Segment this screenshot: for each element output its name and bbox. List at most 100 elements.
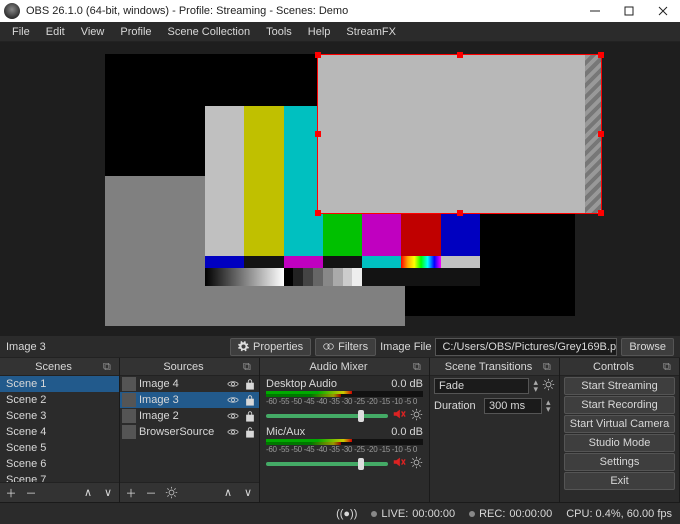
resize-handle[interactable] [598,210,604,216]
live-dot-icon [371,511,377,517]
source-type-icon [122,425,136,439]
scene-item[interactable]: Scene 2 [0,392,119,408]
scene-item[interactable]: Scene 3 [0,408,119,424]
live-label: LIVE: [381,508,408,520]
image-file-label: Image File [380,341,431,353]
source-item[interactable]: Image 4 [120,376,259,392]
source-up-button[interactable]: ∧ [219,485,237,501]
controls-title: Controls [564,361,663,373]
start-recording-button[interactable]: Start Recording [564,396,675,414]
scene-item[interactable]: Scene 7 [0,472,119,482]
image-file-field[interactable]: C:/Users/OBS/Pictures/Grey169B.png [435,338,617,356]
scene-up-button[interactable]: ∧ [79,485,97,501]
remove-source-button[interactable]: － [142,485,160,501]
volume-slider[interactable] [266,462,388,466]
volume-slider[interactable] [266,414,388,418]
mute-button[interactable] [392,407,406,424]
mute-button[interactable] [392,455,406,472]
resize-handle[interactable] [457,52,463,58]
scene-down-button[interactable]: ∨ [99,485,117,501]
source-item[interactable]: Image 3 [120,392,259,408]
menu-file[interactable]: File [4,24,38,40]
visibility-toggle[interactable] [226,377,240,391]
sources-list[interactable]: Image 4 Image 3 Image 2 BrowserSource [120,376,259,482]
channel-settings-button[interactable] [410,408,423,424]
exit-button[interactable]: Exit [564,472,675,490]
visibility-toggle[interactable] [226,393,240,407]
source-name: Image 3 [139,394,223,406]
transition-select[interactable]: Fade [434,378,529,394]
resize-handle[interactable] [457,210,463,216]
properties-button[interactable]: Properties [230,338,311,356]
scene-item[interactable]: Scene 4 [0,424,119,440]
source-down-button[interactable]: ∨ [239,485,257,501]
menu-tools[interactable]: Tools [258,24,300,40]
scenes-list[interactable]: Scene 1Scene 2Scene 3Scene 4Scene 5Scene… [0,376,119,482]
preview-source-selected[interactable] [317,54,602,214]
menu-scene-collection[interactable]: Scene Collection [160,24,259,40]
mixer-channel: Desktop Audio0.0 dB-60 -55 -50 -45 -40 -… [260,376,429,424]
lock-toggle[interactable] [243,393,257,407]
menu-streamfx[interactable]: StreamFX [338,24,404,40]
add-source-button[interactable]: ＋ [122,485,140,501]
mixer-channel: Mic/Aux0.0 dB-60 -55 -50 -45 -40 -35 -30… [260,424,429,472]
resize-handle[interactable] [598,52,604,58]
resize-handle[interactable] [315,210,321,216]
undock-icon[interactable]: ⧉ [543,361,555,373]
remove-scene-button[interactable]: － [22,485,40,501]
chevron-updown-icon[interactable]: ▴▾ [533,379,538,393]
browse-button[interactable]: Browse [621,338,674,356]
settings-button[interactable]: Settings [564,453,675,471]
source-item[interactable]: Image 2 [120,408,259,424]
rec-time: 00:00:00 [509,508,552,520]
controls-dock: Controls⧉ Start StreamingStart Recording… [560,358,680,502]
source-type-icon [122,377,136,391]
undock-icon[interactable]: ⧉ [413,361,425,373]
maximize-button[interactable] [612,0,646,22]
scene-item[interactable]: Scene 5 [0,440,119,456]
channel-name: Desktop Audio [266,378,337,390]
scene-item[interactable]: Scene 6 [0,456,119,472]
preview-area[interactable] [0,42,680,336]
transitions-dock: Scene Transitions⧉ Fade ▴▾ Duration 300 … [430,358,560,502]
source-name: Image 2 [139,410,223,422]
minimize-button[interactable] [578,0,612,22]
transition-settings-button[interactable] [542,378,555,394]
sources-title: Sources [124,361,243,373]
scenes-dock: Scenes⧉ Scene 1Scene 2Scene 3Scene 4Scen… [0,358,120,502]
preview-canvas[interactable] [105,54,575,316]
source-name: BrowserSource [139,426,223,438]
studio-mode-button[interactable]: Studio Mode [564,434,675,452]
menu-help[interactable]: Help [300,24,339,40]
add-scene-button[interactable]: ＋ [2,485,20,501]
live-time: 00:00:00 [412,508,455,520]
start-streaming-button[interactable]: Start Streaming [564,377,675,395]
duration-field[interactable]: 300 ms [484,398,542,414]
menu-profile[interactable]: Profile [112,24,159,40]
audio-meter [266,439,423,445]
window-title: OBS 26.1.0 (64-bit, windows) - Profile: … [26,5,578,17]
menu-edit[interactable]: Edit [38,24,73,40]
meter-ticks: -60 -55 -50 -45 -40 -35 -30 -25 -20 -15 … [266,397,423,406]
lock-toggle[interactable] [243,409,257,423]
channel-settings-button[interactable] [410,456,423,472]
lock-toggle[interactable] [243,377,257,391]
undock-icon[interactable]: ⧉ [103,361,115,373]
selected-source-label: Image 3 [6,341,226,353]
menu-view[interactable]: View [73,24,113,40]
start-virtual-camera-button[interactable]: Start Virtual Camera [564,415,675,433]
undock-icon[interactable]: ⧉ [663,361,675,373]
source-properties-button[interactable] [162,485,180,501]
filters-button[interactable]: Filters [315,338,376,356]
close-button[interactable] [646,0,680,22]
undock-icon[interactable]: ⧉ [243,361,255,373]
resize-handle[interactable] [315,52,321,58]
resize-handle[interactable] [598,131,604,137]
source-item[interactable]: BrowserSource [120,424,259,440]
lock-toggle[interactable] [243,425,257,439]
scene-item[interactable]: Scene 1 [0,376,119,392]
visibility-toggle[interactable] [226,425,240,439]
resize-handle[interactable] [315,131,321,137]
visibility-toggle[interactable] [226,409,240,423]
chevron-updown-icon[interactable]: ▴▾ [546,399,551,413]
